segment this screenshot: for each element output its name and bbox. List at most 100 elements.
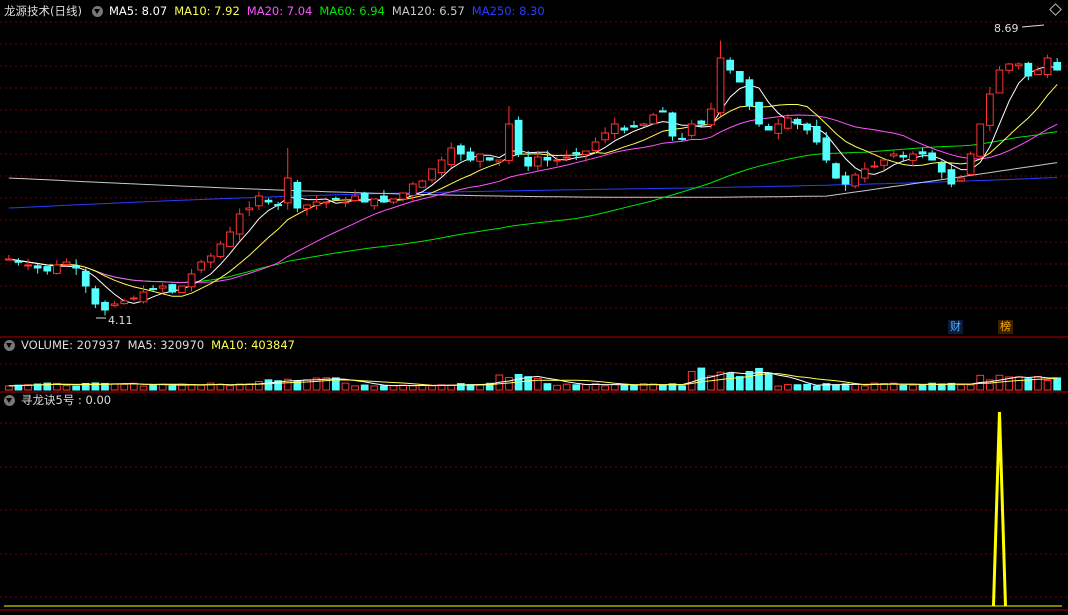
candle-body-55 bbox=[533, 156, 542, 167]
volume-bar-89 bbox=[860, 385, 869, 391]
candle-body-6 bbox=[62, 261, 71, 265]
candle-body-1 bbox=[14, 260, 23, 263]
volume-bar-68 bbox=[658, 385, 667, 391]
candle-body-86 bbox=[832, 163, 840, 179]
candle-body-67 bbox=[649, 114, 658, 125]
candle-body-17 bbox=[168, 284, 177, 293]
volume-bar-83 bbox=[803, 383, 811, 391]
volume-bar-11 bbox=[110, 383, 119, 391]
candle-body-66 bbox=[639, 123, 648, 126]
candle-body-72 bbox=[697, 120, 706, 125]
candle-body-93 bbox=[899, 154, 908, 158]
candle-body-108 bbox=[1043, 57, 1052, 75]
low-label: 4.11 bbox=[108, 314, 133, 327]
candle-body-101 bbox=[976, 123, 985, 157]
ma-legend: MA5: 8.07 MA10: 7.92 MA20: 7.04 MA60: 6.94 M… bbox=[109, 2, 552, 20]
indicator-legend: 寻龙诀5号 : 0.00 bbox=[21, 391, 118, 409]
ind-value-0: 寻龙诀5号 : 0.00 bbox=[21, 393, 112, 407]
volume-bar-19 bbox=[187, 384, 196, 391]
volume-bar-27 bbox=[264, 379, 273, 391]
cai-tag[interactable]: 财 bbox=[948, 320, 963, 334]
candle-body-43 bbox=[418, 180, 427, 188]
volume-bar-7 bbox=[72, 385, 81, 391]
candle-body-54 bbox=[524, 156, 533, 167]
candle-body-27 bbox=[264, 199, 273, 203]
candle-body-13 bbox=[129, 297, 138, 300]
candle-body-18 bbox=[178, 285, 186, 293]
candle-body-74 bbox=[716, 57, 725, 114]
candle-body-92 bbox=[889, 153, 898, 157]
ma-value-1: MA10: 7.92 bbox=[174, 4, 240, 18]
candle-body-2 bbox=[24, 264, 32, 267]
volume-menu-icon[interactable] bbox=[4, 339, 15, 351]
ma-value-2: MA20: 7.04 bbox=[246, 4, 313, 18]
candle-body-68 bbox=[658, 110, 667, 113]
candle-body-9 bbox=[91, 288, 100, 305]
candle-body-81 bbox=[784, 117, 792, 129]
candle-body-29 bbox=[283, 177, 292, 204]
candle-body-28 bbox=[274, 204, 282, 207]
volume-bar-17 bbox=[168, 385, 177, 391]
candle-body-98 bbox=[947, 169, 956, 185]
candle-body-89 bbox=[860, 168, 869, 179]
candle-body-104 bbox=[1005, 63, 1013, 71]
volume-bar-57 bbox=[553, 384, 561, 391]
candle-body-75 bbox=[726, 59, 735, 71]
candle-body-38 bbox=[370, 198, 379, 207]
candle-body-20 bbox=[197, 261, 206, 271]
volume-bar-12 bbox=[120, 383, 129, 391]
candle-body-50 bbox=[485, 157, 494, 161]
candle-body-100 bbox=[966, 153, 975, 176]
volume-bar-81 bbox=[784, 384, 792, 391]
volume-bar-58 bbox=[562, 383, 571, 391]
candle-body-63 bbox=[610, 123, 619, 135]
ma-value-0: MA5: 8.07 bbox=[108, 4, 168, 18]
candle-body-41 bbox=[399, 192, 408, 200]
volume-bar-62 bbox=[601, 385, 610, 391]
bang-tag[interactable]: 榜 bbox=[998, 320, 1013, 334]
ma-value-3: MA60: 6.94 bbox=[319, 4, 385, 18]
candle-body-88 bbox=[851, 174, 860, 187]
kline-chart[interactable]: 龙源技术(日线) MA5: 8.07 MA10: 7.92 MA20: 7.04 MA… bbox=[0, 0, 1068, 615]
candle-body-57 bbox=[553, 159, 561, 162]
volume-bar-79 bbox=[764, 372, 773, 391]
candle-body-80 bbox=[774, 123, 783, 134]
candle-body-46 bbox=[447, 147, 456, 165]
ma250-line bbox=[8, 177, 1058, 209]
volume-bar-40 bbox=[389, 385, 398, 391]
ma-menu-icon[interactable] bbox=[91, 5, 103, 17]
candle-body-37 bbox=[360, 192, 369, 203]
volume-bar-100 bbox=[966, 384, 975, 391]
volume-bar-93 bbox=[899, 384, 908, 391]
volume-bar-70 bbox=[678, 385, 686, 391]
candle-body-26 bbox=[255, 195, 263, 207]
candle-body-61 bbox=[591, 141, 600, 152]
volume-bar-42 bbox=[408, 385, 417, 391]
candle-body-77 bbox=[745, 79, 754, 107]
chart-canvas[interactable] bbox=[0, 0, 1068, 615]
indicator-menu-icon[interactable] bbox=[4, 394, 15, 406]
volume-bar-44 bbox=[428, 385, 436, 391]
candle-body-87 bbox=[841, 175, 850, 185]
candle-body-25 bbox=[245, 207, 254, 211]
volume-bar-65 bbox=[630, 384, 638, 391]
candle-body-69 bbox=[668, 112, 677, 137]
candle-body-14 bbox=[139, 291, 148, 303]
candle-body-32 bbox=[312, 201, 321, 206]
candle-body-97 bbox=[937, 162, 946, 173]
candle-body-78 bbox=[755, 101, 763, 125]
candle-body-83 bbox=[803, 123, 811, 131]
candle-body-4 bbox=[43, 266, 52, 272]
candle-body-73 bbox=[707, 108, 715, 126]
volume-bar-109 bbox=[1053, 377, 1062, 391]
candle-body-85 bbox=[822, 137, 831, 161]
candle-body-90 bbox=[870, 165, 879, 168]
candle-body-12 bbox=[120, 300, 129, 305]
volume-bar-37 bbox=[360, 384, 369, 391]
volume-bar-86 bbox=[832, 384, 840, 391]
candle-body-0 bbox=[4, 258, 13, 261]
candle-body-51 bbox=[495, 159, 504, 163]
volume-bar-39 bbox=[380, 385, 388, 391]
candle-body-103 bbox=[995, 69, 1004, 94]
volume-bar-63 bbox=[610, 384, 619, 391]
